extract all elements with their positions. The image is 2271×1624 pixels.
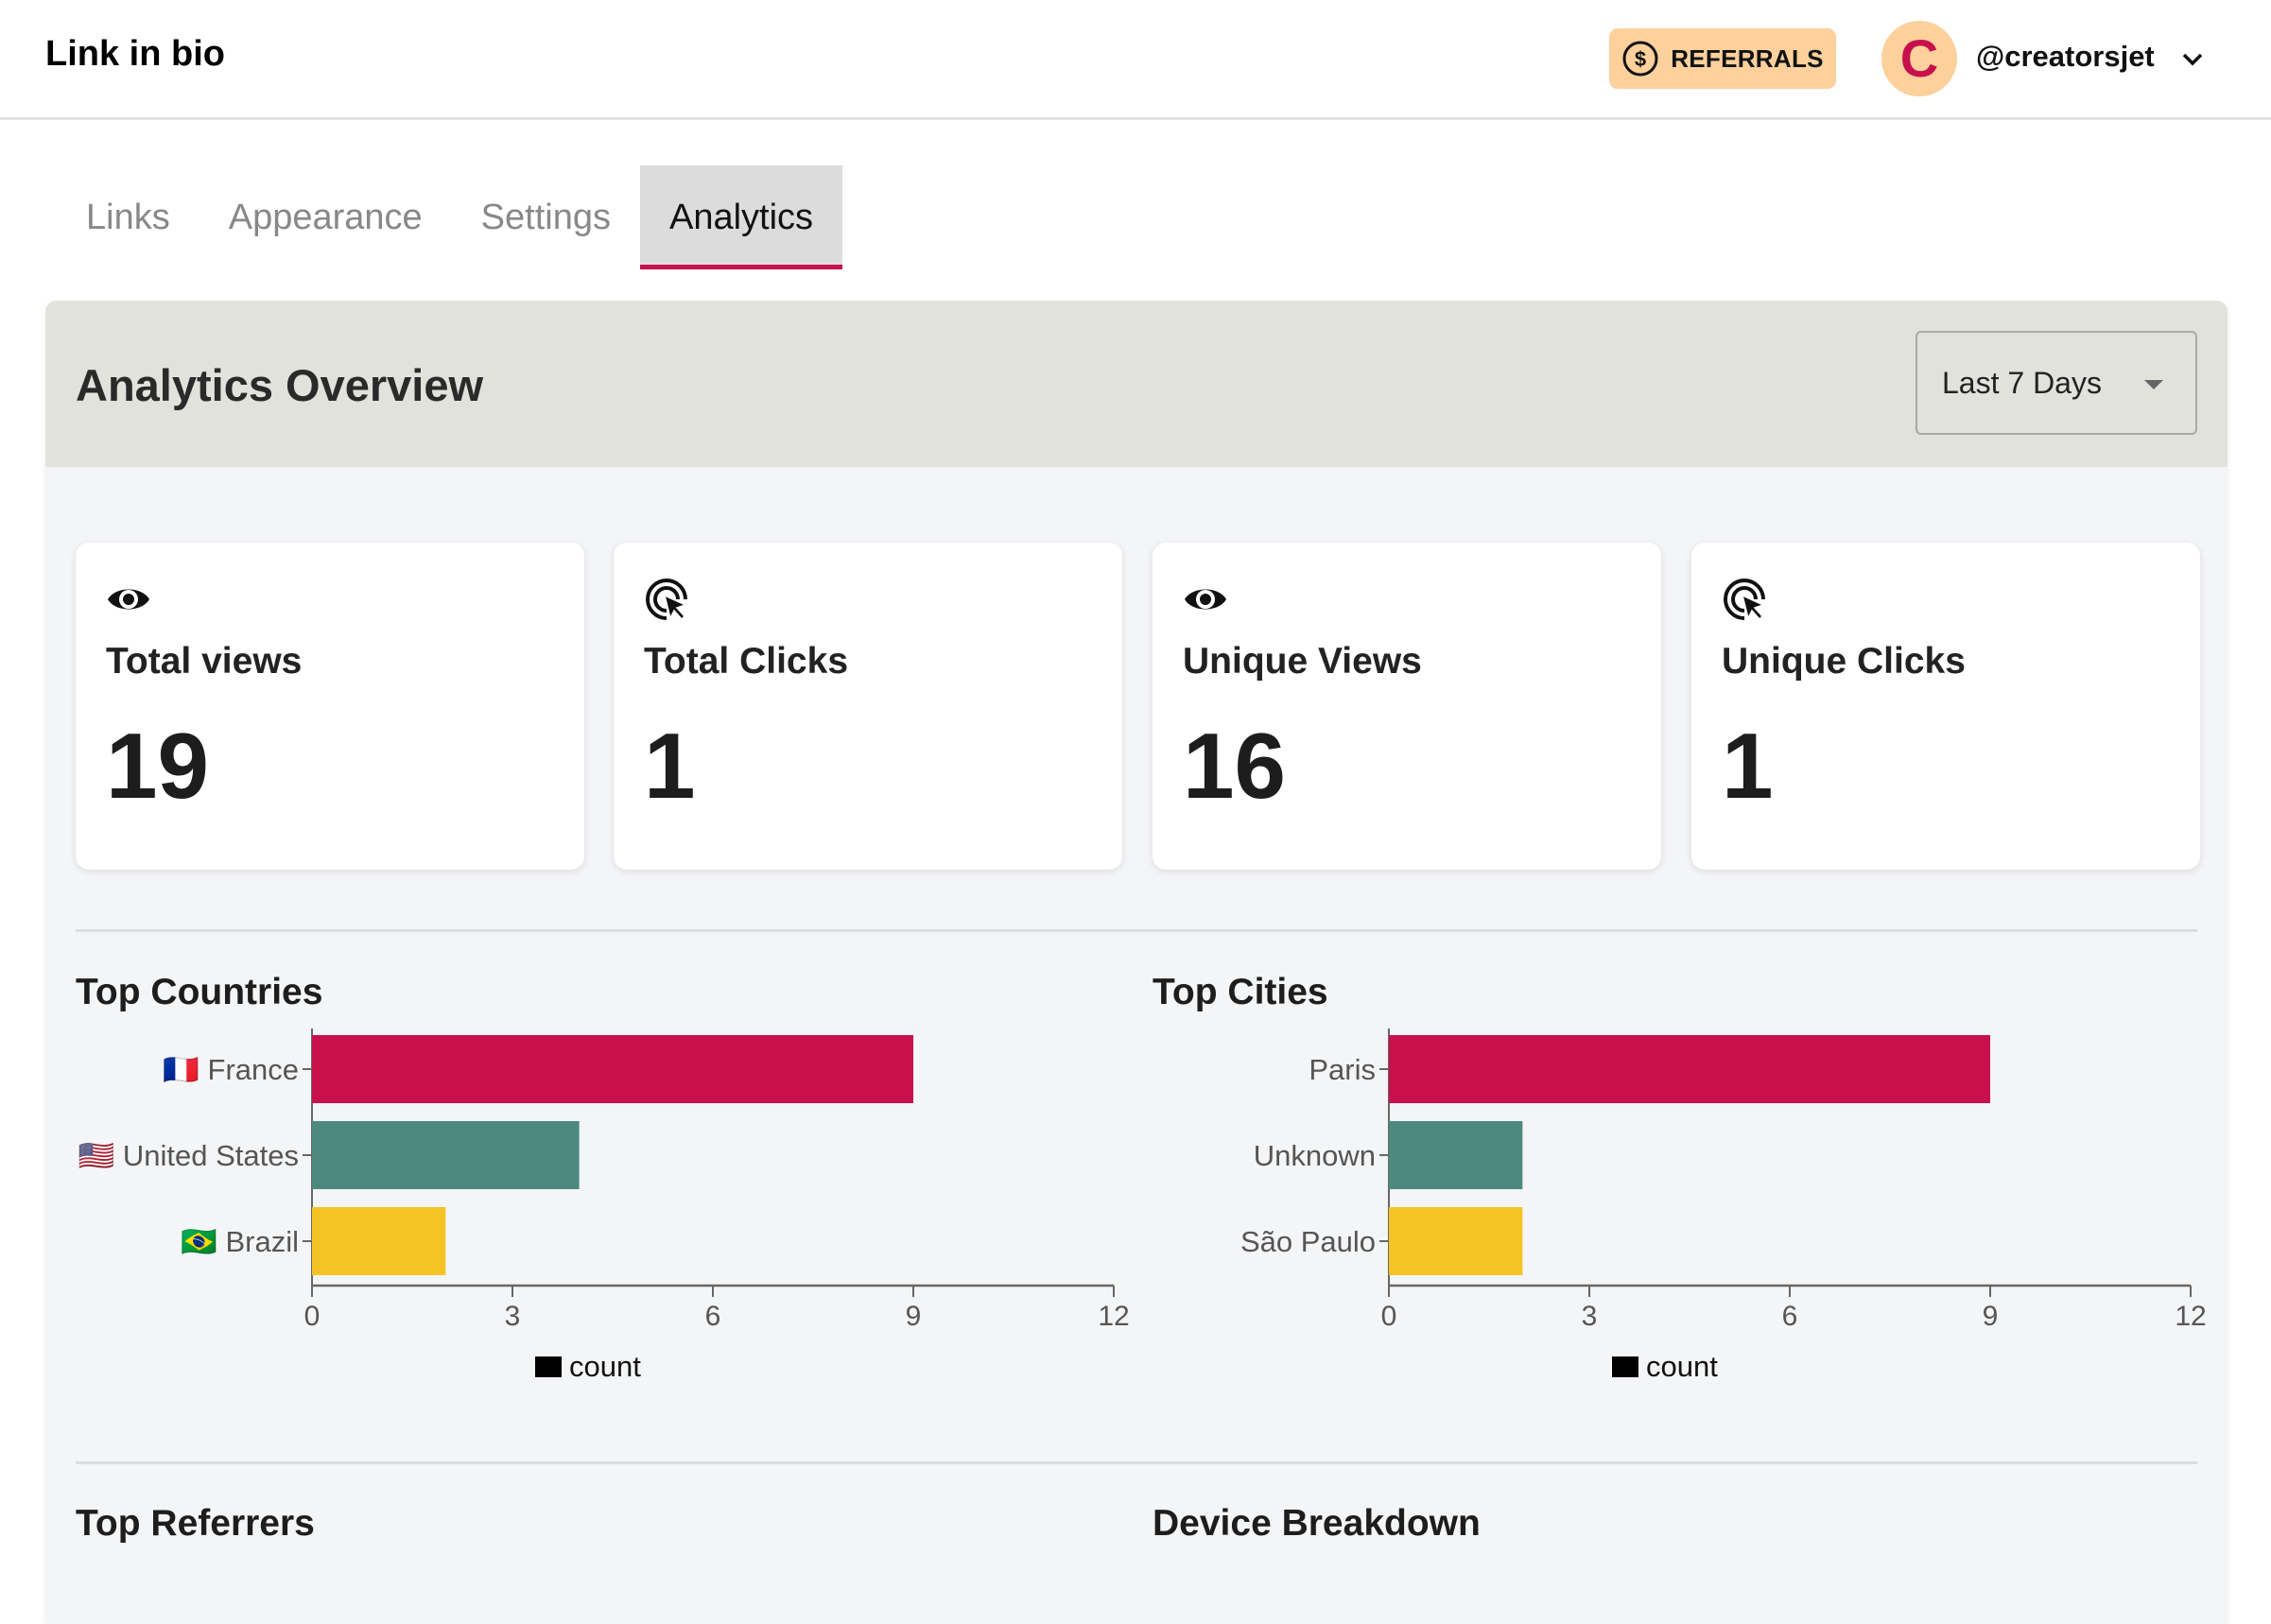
- legend-swatch: [1612, 1356, 1638, 1377]
- top-cities-title: Top Cities: [1153, 972, 1328, 1012]
- stat-card-unique-clicks: Unique Clicks 1: [1691, 543, 2200, 870]
- bar-2: [1389, 1207, 1523, 1275]
- referrals-button[interactable]: $ REFERRALS: [1609, 28, 1836, 89]
- x-tick-label: 0: [304, 1301, 321, 1332]
- top-countries-title: Top Countries: [76, 972, 323, 1012]
- chevron-down-icon[interactable]: [2178, 45, 2207, 74]
- stat-label: Unique Clicks: [1722, 641, 1966, 682]
- top-countries-svg: 🇫🇷 France 🇺🇸 United States 🇧🇷 Brazil 0 3 6 9 12: [78, 1028, 1130, 1332]
- y-tick-label: São Paulo: [1240, 1225, 1376, 1258]
- stat-card-total-clicks: Total Clicks 1: [614, 543, 1122, 870]
- bar-0: [1389, 1035, 1990, 1103]
- caret-down-icon: [2144, 380, 2163, 389]
- x-tick-label: 12: [2175, 1301, 2206, 1332]
- stat-value: 16: [1183, 714, 1287, 818]
- bar-1: [312, 1121, 580, 1189]
- analytics-panel: Analytics Overview Last 7 Days Total vie…: [45, 301, 2228, 1624]
- stat-card-unique-views: Unique Views 16: [1153, 543, 1661, 870]
- eye-icon: [108, 589, 149, 610]
- legend-label: count: [569, 1350, 641, 1383]
- y-tick-label: 🇺🇸 United States: [78, 1139, 299, 1172]
- x-tick-label: 3: [505, 1301, 521, 1332]
- svg-text:$: $: [1635, 47, 1646, 71]
- page-title: Analytics Overview: [76, 360, 484, 410]
- tab-appearance[interactable]: Appearance: [199, 165, 452, 269]
- eye-icon: [1185, 589, 1226, 610]
- app-title: Link in bio: [45, 34, 225, 74]
- x-tick-label: 0: [1381, 1301, 1397, 1332]
- top-bar: Link in bio $ REFERRALS C @creatorsjet: [0, 0, 2271, 120]
- stat-value: 1: [1722, 714, 1774, 818]
- section-divider: [76, 1461, 2197, 1464]
- bar-2: [312, 1207, 446, 1275]
- top-referrers-title: Top Referrers: [76, 1503, 315, 1544]
- referrals-label: REFERRALS: [1671, 43, 1824, 73]
- tab-analytics[interactable]: Analytics: [639, 165, 843, 269]
- legend-swatch: [535, 1356, 562, 1377]
- x-tick-label: 6: [705, 1301, 721, 1332]
- device-breakdown-title: Device Breakdown: [1153, 1503, 1481, 1544]
- tab-bar: Links Appearance Settings Analytics: [57, 165, 843, 269]
- countries-legend: count: [535, 1350, 641, 1384]
- tab-settings[interactable]: Settings: [452, 165, 640, 269]
- y-tick-label: Unknown: [1254, 1139, 1376, 1172]
- avatar[interactable]: C: [1881, 21, 1957, 96]
- click-icon: [646, 579, 688, 621]
- section-divider: [76, 929, 2197, 932]
- y-tick-label: Paris: [1309, 1053, 1376, 1086]
- x-tick-label: 12: [1098, 1301, 1129, 1332]
- avatar-initial: C: [1899, 28, 1939, 88]
- legend-label: count: [1646, 1350, 1718, 1383]
- analytics-header: Analytics Overview Last 7 Days: [45, 301, 2228, 467]
- top-cities-svg: Paris Unknown São Paulo 0 3 6 9 12: [1240, 1028, 2207, 1332]
- bar-1: [1389, 1121, 1523, 1189]
- click-icon: [1724, 579, 1766, 621]
- bar-0: [312, 1035, 913, 1103]
- y-tick-label: 🇧🇷 Brazil: [181, 1225, 299, 1258]
- dollar-circle-icon: $: [1622, 41, 1658, 77]
- stat-value: 1: [644, 714, 696, 818]
- stat-label: Total Clicks: [644, 641, 849, 682]
- date-range-value: Last 7 Days: [1942, 365, 2102, 400]
- date-range-select[interactable]: Last 7 Days: [1916, 331, 2197, 435]
- stat-label: Unique Views: [1183, 641, 1422, 682]
- username[interactable]: @creatorsjet: [1976, 40, 2155, 74]
- x-tick-label: 9: [906, 1301, 922, 1332]
- stat-value: 19: [106, 714, 210, 818]
- stat-card-total-views: Total views 19: [76, 543, 584, 870]
- cities-legend: count: [1612, 1350, 1718, 1384]
- stat-label: Total views: [106, 641, 303, 682]
- y-tick-label: 🇫🇷 France: [163, 1053, 299, 1086]
- x-tick-label: 6: [1782, 1301, 1798, 1332]
- x-tick-label: 3: [1582, 1301, 1598, 1332]
- x-tick-label: 9: [1983, 1301, 1999, 1332]
- tab-links[interactable]: Links: [57, 165, 199, 269]
